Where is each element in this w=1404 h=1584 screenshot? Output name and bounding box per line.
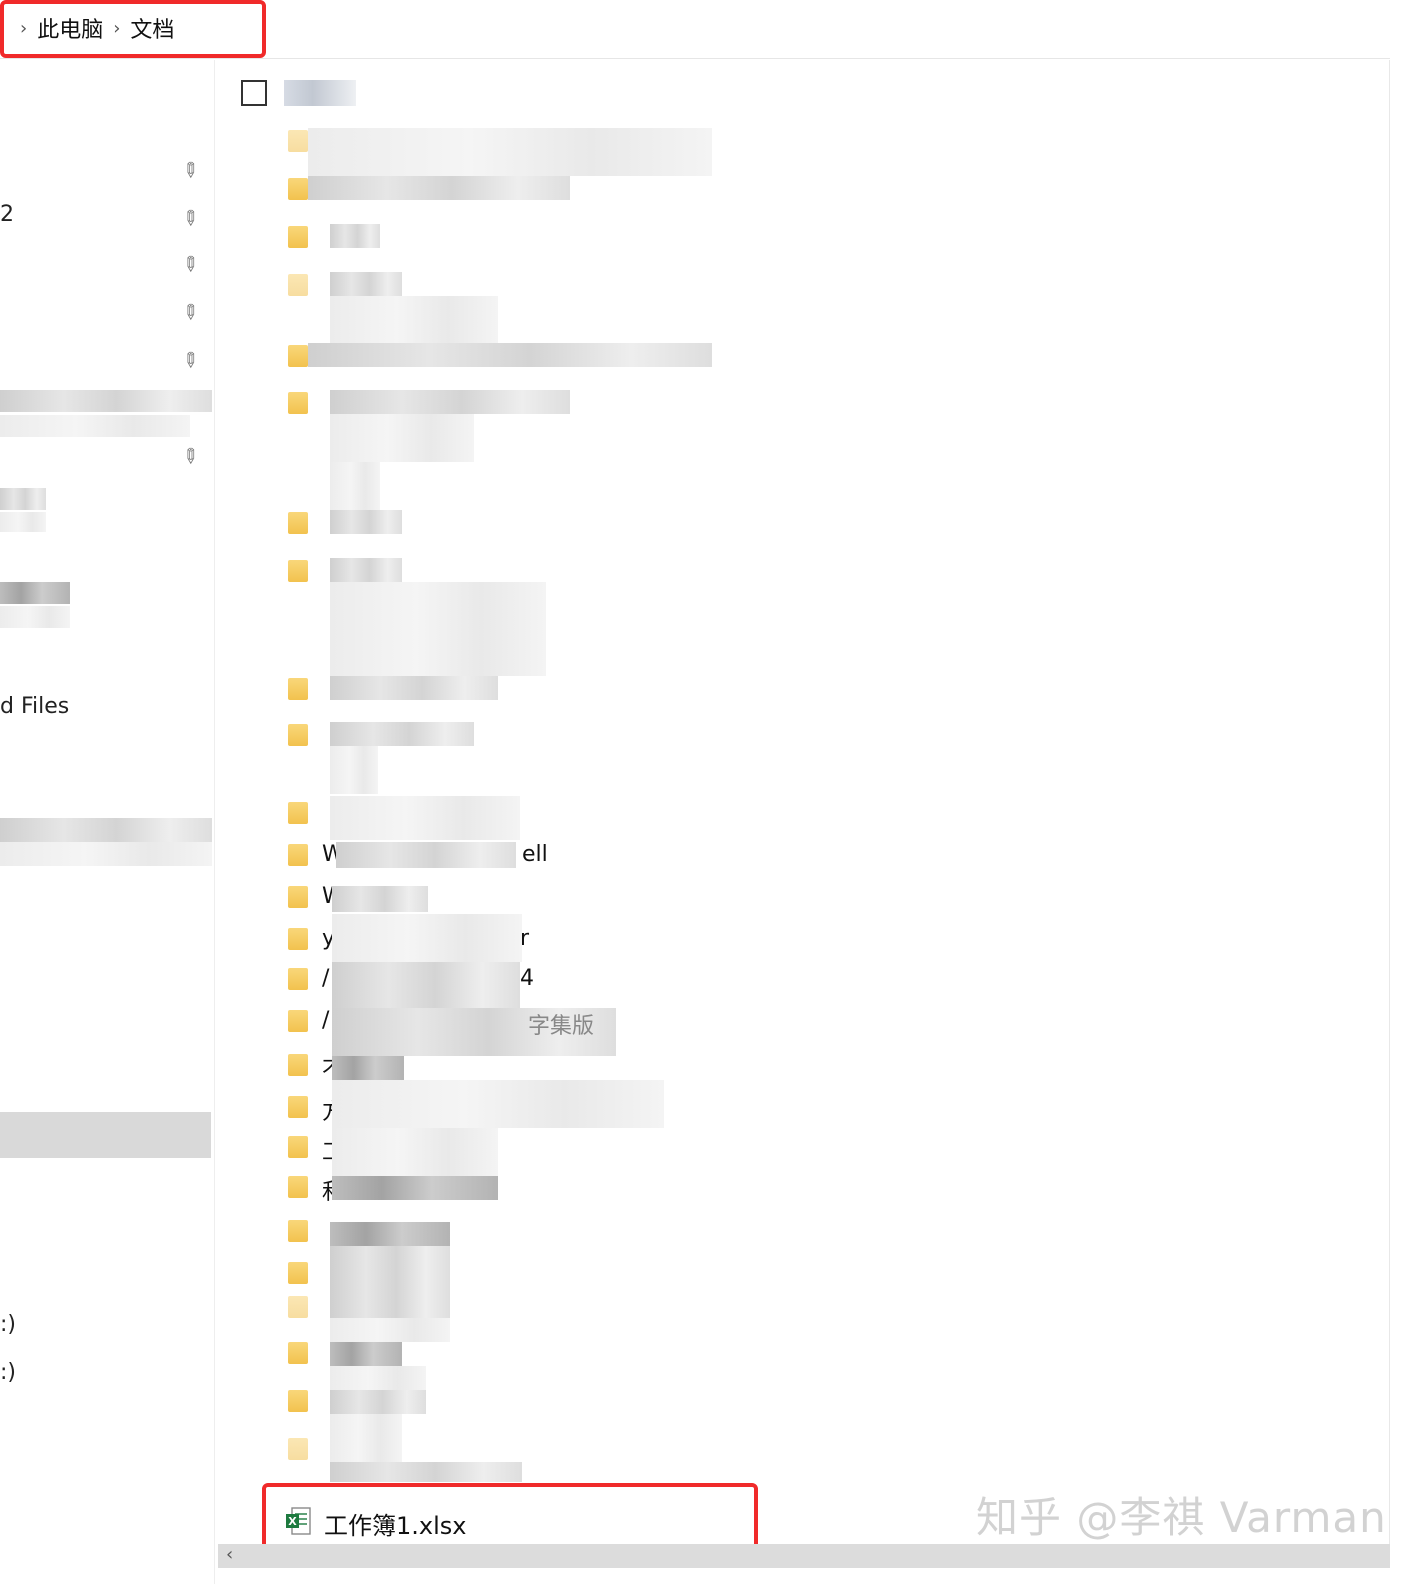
folder-icon [288, 968, 308, 990]
blurred-row[interactable] [330, 1366, 426, 1390]
blurred-row[interactable] [330, 1414, 402, 1462]
blurred-row [332, 1080, 664, 1128]
folder-icon [288, 560, 308, 582]
file-name-prefix[interactable]: / [322, 1008, 329, 1033]
navigation-pane[interactable]: ✎ 2 ✎ ✎ ✎ ✎ ✎ d Files :) :) [0, 60, 215, 1584]
scroll-left-icon[interactable]: ‹ [226, 1544, 233, 1565]
folder-icon [288, 928, 308, 950]
blurred-nav-item [0, 842, 212, 866]
folder-icon [288, 724, 308, 746]
blurred-row [332, 886, 428, 912]
folder-icon [288, 1220, 308, 1242]
file-name-suffix[interactable]: 字集版 [528, 1008, 594, 1040]
blurred-row[interactable] [308, 152, 712, 176]
folder-icon [288, 178, 308, 200]
folder-icon [288, 1136, 308, 1158]
file-name-suffix[interactable]: r [520, 926, 529, 951]
blurred-row[interactable] [330, 796, 520, 840]
folder-icon [288, 1262, 308, 1284]
blurred-nav-item [0, 582, 70, 604]
folder-icon [288, 1010, 308, 1032]
blurred-nav-item [0, 512, 46, 532]
pin-icon: ✎ [175, 441, 205, 471]
blurred-nav-item [0, 415, 190, 437]
blurred-nav-item [0, 390, 212, 412]
pin-icon: ✎ [175, 297, 205, 327]
blurred-row[interactable] [308, 128, 712, 152]
blurred-row[interactable] [330, 272, 402, 296]
blurred-nav-item [0, 488, 46, 510]
pin-icon: ✎ [175, 345, 205, 375]
select-all-checkbox[interactable] [241, 80, 267, 106]
blurred-row[interactable] [330, 462, 380, 510]
blurred-row [336, 842, 516, 868]
folder-icon [288, 345, 308, 367]
blurred-row[interactable] [330, 1342, 402, 1366]
file-name-prefix[interactable]: / [322, 966, 329, 991]
blurred-row[interactable] [330, 224, 380, 248]
blurred-row[interactable] [330, 1462, 522, 1482]
nav-item-selected[interactable] [0, 1112, 211, 1158]
file-name-workbook[interactable]: 工作簿1.xlsx [324, 1506, 466, 1541]
blurred-nav-item [0, 606, 70, 628]
folder-icon [288, 226, 308, 248]
file-name-suffix[interactable]: 4 [520, 966, 534, 991]
blurred-row[interactable] [330, 558, 402, 582]
blurred-row[interactable] [330, 1318, 450, 1342]
highlight-box-breadcrumb [0, 0, 266, 58]
svg-text:X: X [288, 1515, 297, 1528]
blurred-row[interactable] [330, 722, 474, 746]
blurred-row[interactable] [308, 176, 570, 200]
folder-icon [288, 1096, 308, 1118]
blurred-row [332, 962, 520, 1010]
blurred-row[interactable] [330, 1246, 450, 1318]
blurred-row[interactable] [330, 510, 402, 534]
watermark: 知乎 @李祺 Varman [976, 1493, 1387, 1542]
folder-icon [288, 678, 308, 700]
nav-item-label[interactable]: 2 [0, 202, 14, 227]
vertical-divider [1389, 60, 1390, 1544]
nav-item-drive-c[interactable]: :) [0, 1312, 16, 1337]
blurred-row[interactable] [330, 1390, 426, 1414]
horizontal-scrollbar[interactable]: ‹ [218, 1544, 1390, 1568]
pin-icon: ✎ [175, 249, 205, 279]
folder-icon [288, 844, 308, 866]
nav-item-drive-d[interactable]: :) [0, 1360, 16, 1385]
blurred-row[interactable] [330, 390, 570, 414]
file-name-suffix[interactable]: ell [522, 842, 548, 867]
blurred-row [332, 1128, 498, 1176]
blurred-row[interactable] [330, 676, 498, 700]
pin-icon: ✎ [175, 155, 205, 185]
blurred-row [332, 1176, 498, 1200]
folder-icon [288, 1438, 308, 1460]
folder-icon [288, 802, 308, 824]
folder-icon [288, 1176, 308, 1198]
blurred-nav-item [0, 818, 212, 842]
nav-item-recent-files[interactable]: d Files [0, 694, 69, 719]
folder-icon [288, 1296, 308, 1318]
folder-icon [288, 392, 308, 414]
folder-icon [288, 886, 308, 908]
blurred-row[interactable] [330, 582, 546, 676]
blurred-row[interactable] [308, 343, 712, 367]
folder-icon [288, 1342, 308, 1364]
folder-icon [288, 130, 308, 152]
blurred-row[interactable] [330, 296, 498, 344]
blurred-row[interactable] [330, 414, 474, 462]
blurred-row [332, 1056, 404, 1080]
blurred-row [332, 914, 522, 962]
blurred-row[interactable] [330, 746, 378, 794]
pin-icon: ✎ [175, 203, 205, 233]
name-column-header[interactable] [284, 80, 356, 106]
folder-icon [288, 512, 308, 534]
blurred-row[interactable] [330, 1222, 450, 1246]
excel-file-icon: X [286, 1507, 311, 1535]
folder-icon [288, 274, 308, 296]
folder-icon [288, 1054, 308, 1076]
folder-icon [288, 1390, 308, 1412]
